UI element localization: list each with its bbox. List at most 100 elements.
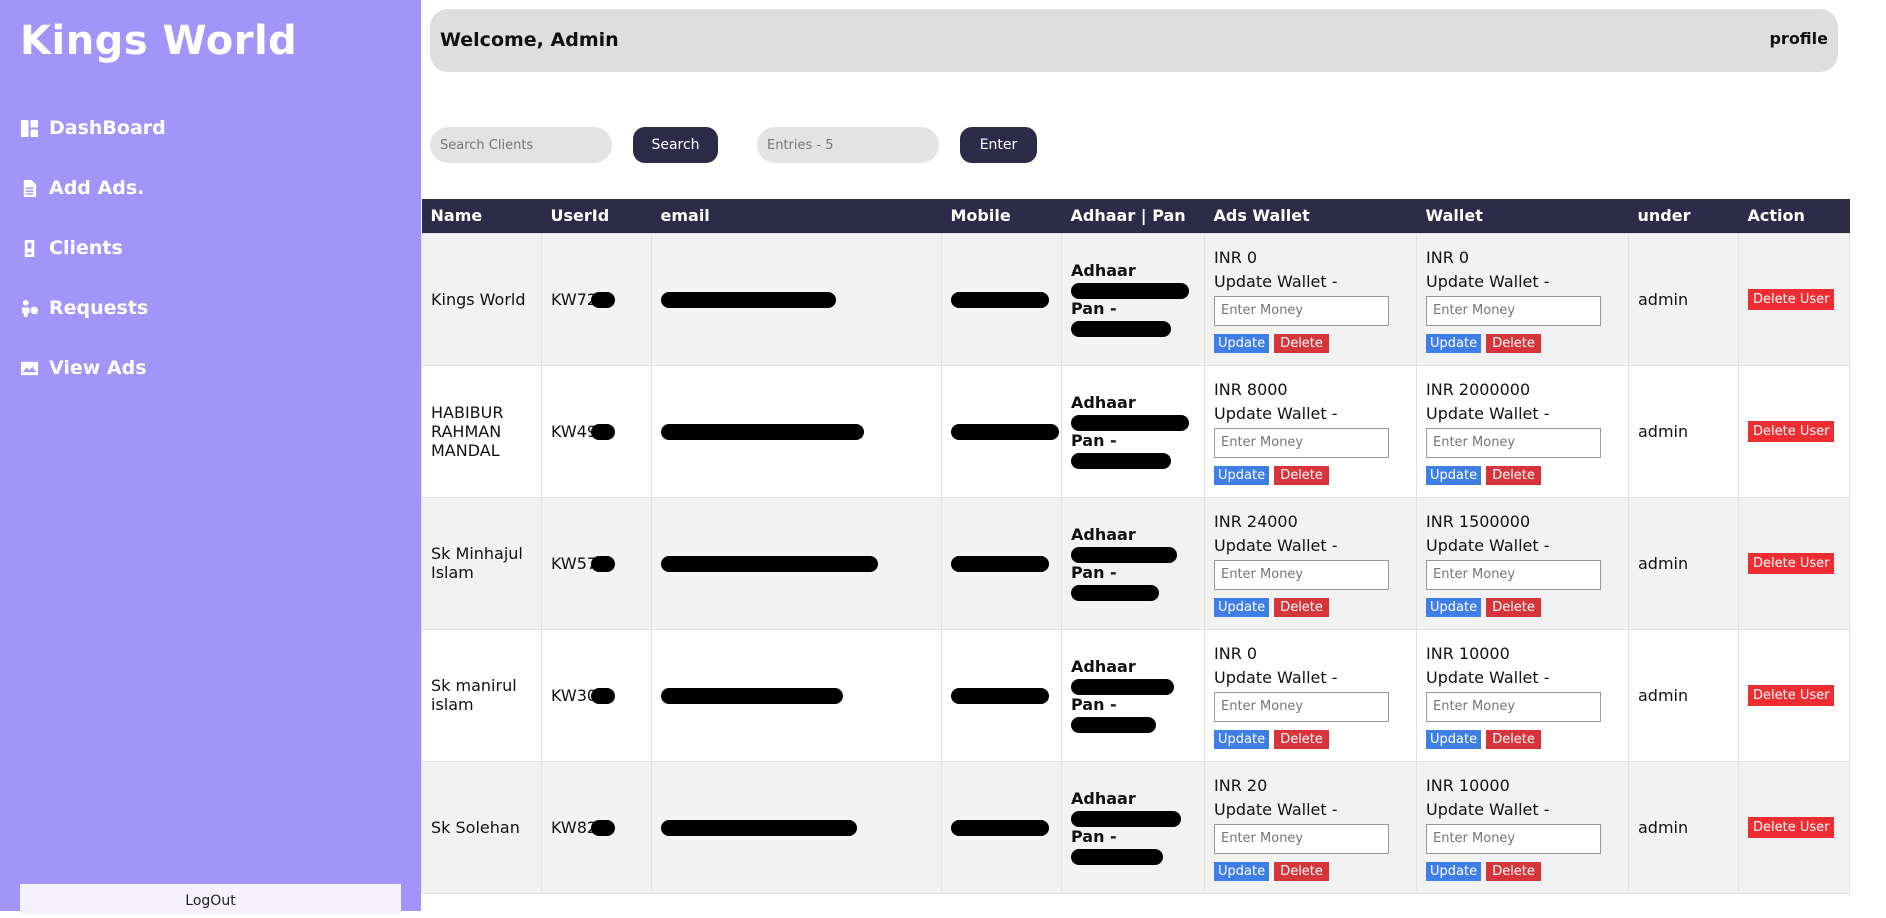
wallet-money-input[interactable] [1426,691,1601,722]
wallet-money-input[interactable] [1426,427,1601,458]
cell-userid: KW72 [541,232,652,366]
logout-button[interactable]: LogOut [20,884,401,914]
delete-button[interactable]: Delete [1274,333,1329,353]
ads-money-input[interactable] [1214,559,1389,590]
search-input[interactable] [430,127,612,163]
profile-link[interactable]: profile [1769,29,1828,48]
delete-user-button[interactable]: Delete User [1748,685,1835,706]
phone-icon [24,239,35,257]
cell-name: Sk Minhajul Islam [421,496,542,630]
clients-table: Name UserId email Mobile Adhaar | Pan Ad… [421,199,1850,894]
ads-wallet-amount: INR 0 [1214,643,1258,663]
update-button[interactable]: Update [1214,597,1270,617]
cell-wallet: INR 0 Update Wallet - Update Delete [1416,232,1629,366]
delete-user-button[interactable]: Delete User [1748,553,1835,574]
pan-label: Pan - [1071,299,1117,318]
cell-email [651,364,942,498]
adhaar-label: Adhaar [1071,393,1136,412]
cell-adhaar-pan: Adhaar Pan - [1061,496,1205,630]
update-button[interactable]: Update [1214,465,1270,485]
wallet-money-input[interactable] [1426,823,1601,854]
sidebar-item-requests[interactable]: Requests [20,278,166,338]
pan-label: Pan - [1071,563,1117,582]
column-header-adhaar-pan: Adhaar | Pan [1070,206,1186,226]
redaction-mark [661,424,864,440]
person-request-icon [21,299,39,317]
top-bar: Welcome, Admin profile [430,9,1838,72]
delete-button[interactable]: Delete [1486,597,1541,617]
cell-mobile [941,496,1062,630]
entries-input[interactable] [757,127,939,163]
wallet-amount: INR 0 [1426,247,1470,267]
update-button[interactable]: Update [1426,465,1482,485]
cell-adhaar-pan: Adhaar Pan - [1061,364,1205,498]
sidebar: Kings World DashBoard Add Ads. Clients R… [0,0,421,914]
wallet-amount: INR 1500000 [1426,511,1531,531]
ads-wallet-amount: INR 0 [1214,247,1258,267]
adhaar-label: Adhaar [1071,261,1136,280]
update-button[interactable]: Update [1426,861,1482,881]
cell-adhaar-pan: Adhaar Pan - [1061,760,1205,894]
wallet-money-input[interactable] [1426,559,1601,590]
document-icon [23,179,37,197]
cell-action: Delete User [1738,760,1850,894]
sidebar-item-label: View Ads [49,357,147,379]
delete-button[interactable]: Delete [1274,861,1329,881]
ads-money-input[interactable] [1214,295,1389,326]
delete-button[interactable]: Delete [1486,861,1541,881]
update-button[interactable]: Update [1214,861,1270,881]
cell-action: Delete User [1738,628,1850,762]
sidebar-item-clients[interactable]: Clients [20,218,166,278]
delete-button[interactable]: Delete [1486,333,1541,353]
sidebar-item-dashboard[interactable]: DashBoard [20,98,166,158]
wallet-amount: INR 10000 [1426,643,1510,663]
delete-user-button[interactable]: Delete User [1748,817,1835,838]
delete-button[interactable]: Delete [1486,729,1541,749]
redaction-mark [951,556,1049,572]
delete-button[interactable]: Delete [1274,597,1329,617]
update-button[interactable]: Update [1214,333,1270,353]
redaction-mark [591,820,616,836]
redaction-mark [661,820,857,836]
redaction-mark [951,292,1049,308]
column-header-name: Name [430,206,483,226]
enter-button[interactable]: Enter [960,127,1037,163]
ads-wallet-amount: INR 8000 [1214,379,1288,399]
cell-action: Delete User [1738,364,1850,498]
delete-button[interactable]: Delete [1274,465,1329,485]
update-button[interactable]: Update [1426,333,1482,353]
ads-money-input[interactable] [1214,691,1389,722]
cell-email [651,232,942,366]
delete-button[interactable]: Delete [1274,729,1329,749]
ads-money-input[interactable] [1214,823,1389,854]
delete-user-button[interactable]: Delete User [1748,289,1835,310]
redaction-mark [661,292,836,308]
sidebar-item-add-ads[interactable]: Add Ads. [20,158,166,218]
adhaar-label: Adhaar [1071,525,1136,544]
column-header-under: under [1637,206,1691,226]
update-button[interactable]: Update [1426,597,1482,617]
cell-adhaar-pan: Adhaar Pan - [1061,628,1205,762]
cell-userid: KW49 [541,364,652,498]
pan-label: Pan - [1071,695,1117,714]
delete-button[interactable]: Delete [1486,465,1541,485]
delete-user-button[interactable]: Delete User [1748,421,1835,442]
cell-email [651,496,942,630]
ads-wallet-amount: INR 20 [1214,775,1268,795]
wallet-money-input[interactable] [1426,295,1601,326]
cell-userid: KW82 [541,760,652,894]
update-button[interactable]: Update [1214,729,1270,749]
sidebar-item-view-ads[interactable]: View Ads [20,338,166,398]
cell-ads-wallet: INR 0 Update Wallet - Update Delete [1204,232,1417,366]
update-button[interactable]: Update [1426,729,1482,749]
wallet-amount: INR 2000000 [1426,379,1531,399]
update-wallet-label: Update Wallet - [1426,667,1550,687]
search-button[interactable]: Search [633,127,718,163]
sidebar-nav: DashBoard Add Ads. Clients Requests View… [20,98,166,398]
cell-name: Sk manirul islam [421,628,542,762]
images-icon [20,361,39,375]
ads-money-input[interactable] [1214,427,1389,458]
update-wallet-label: Update Wallet - [1426,271,1550,291]
ads-wallet-amount: INR 24000 [1214,511,1298,531]
sidebar-item-label: DashBoard [49,117,166,139]
